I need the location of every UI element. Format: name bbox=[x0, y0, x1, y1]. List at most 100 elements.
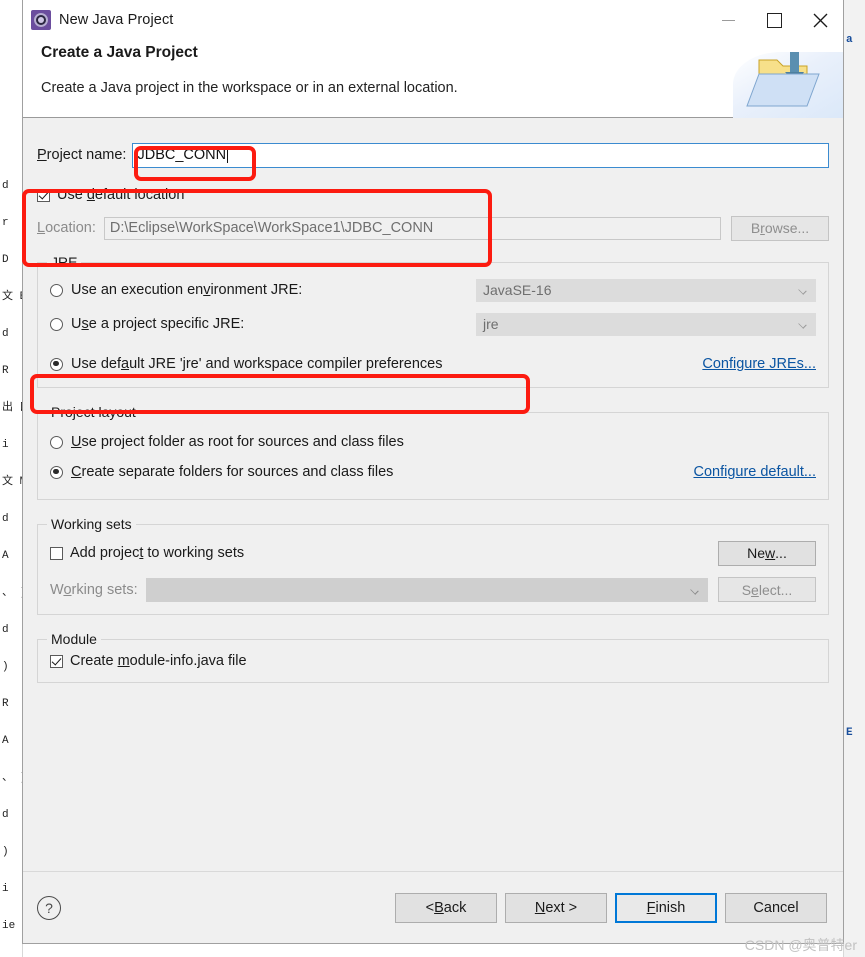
working-sets-label: Working sets: bbox=[50, 582, 138, 598]
jre-option-project-specific[interactable]: Use a project specific JRE: bbox=[50, 311, 476, 337]
page-title: Create a Java Project bbox=[41, 44, 198, 61]
location-label: Location: bbox=[37, 220, 96, 236]
ws-add-pre: Add projec bbox=[70, 545, 140, 561]
new-java-project-dialog: New Java Project Create a Java Project C… bbox=[22, 0, 844, 944]
eclipse-wizard-icon bbox=[31, 10, 51, 30]
project-name-value: JDBC_CONN bbox=[137, 147, 227, 163]
background-code-line: 文 M bbox=[2, 476, 22, 488]
background-code-line: 出 口 bbox=[2, 402, 22, 414]
select-working-set-button[interactable]: Se lect... bbox=[718, 577, 816, 602]
background-code-line: ie bbox=[2, 920, 16, 932]
ws-sel-mnemonic: e bbox=[751, 581, 759, 598]
dialog-title: New Java Project bbox=[59, 12, 174, 28]
execution-environment-value: JavaSE-16 bbox=[483, 282, 552, 298]
ws-new-pre: Ne bbox=[747, 545, 766, 561]
layout-option-separate-folders[interactable]: Create separate folders for sources and … bbox=[50, 457, 816, 487]
page-description: Create a Java project in the workspace o… bbox=[41, 80, 458, 96]
location-value: D:\Eclipse\WorkSpace\WorkSpace1\JDBC_CON… bbox=[109, 220, 434, 236]
lay0-mnemonic: U bbox=[71, 434, 82, 450]
jre-option-execution-environment[interactable]: Use an execution environment JRE: bbox=[50, 277, 476, 303]
project-name-row: Project name: JDBC_CONN bbox=[37, 142, 829, 168]
layout-separate-folders-left: Create separate folders for sources and … bbox=[50, 464, 393, 480]
background-code-line: R bbox=[2, 365, 9, 377]
chevron-down-icon bbox=[799, 321, 807, 327]
lay0-post: se project folder as root for sources an… bbox=[81, 434, 404, 450]
add-to-working-sets-left[interactable]: Add project to working sets bbox=[50, 545, 244, 561]
finish-mnemonic: F bbox=[646, 899, 656, 916]
configure-default-link[interactable]: Configure default... bbox=[693, 464, 816, 480]
background-code-line: i bbox=[2, 883, 9, 895]
back-button[interactable]: < Back bbox=[395, 892, 497, 923]
udl-mnemonic: d bbox=[86, 187, 95, 203]
cancel-button[interactable]: Cancel bbox=[725, 892, 827, 923]
use-default-location-checkbox[interactable] bbox=[37, 188, 50, 202]
project-specific-jre-combo[interactable]: jre bbox=[476, 312, 816, 336]
lay1-mnemonic: C bbox=[71, 464, 82, 480]
background-code-line: A bbox=[2, 735, 9, 747]
working-sets-select-row: Working sets: Se lect... bbox=[50, 577, 816, 602]
layout-project-folder-label: Use project folder as root for sources a… bbox=[71, 434, 404, 450]
text-caret bbox=[227, 147, 229, 163]
screen: drD文 EdR出 口i文 MdA、 )d)RA、 )d)iie aE New … bbox=[0, 0, 865, 957]
finish-button[interactable]: Finish bbox=[615, 892, 717, 923]
project-name-input[interactable]: JDBC_CONN bbox=[132, 142, 829, 168]
jre1-pre: U bbox=[71, 316, 82, 332]
background-code-line: A bbox=[2, 550, 9, 562]
jre-project-specific-radio[interactable] bbox=[50, 317, 63, 331]
jre-options-grid: Use an execution environment JRE: JavaSE… bbox=[50, 277, 816, 377]
add-to-working-sets-checkbox[interactable] bbox=[50, 546, 63, 560]
jre2-mnemonic: a bbox=[120, 356, 130, 372]
mod-mnemonic: m bbox=[117, 653, 130, 669]
configure-jres-link[interactable]: Configure JREs... bbox=[702, 356, 816, 372]
layout-project-folder-radio[interactable] bbox=[50, 435, 63, 449]
layout-separate-folders-radio[interactable] bbox=[50, 465, 63, 479]
browse-button[interactable]: Br owse... bbox=[731, 215, 829, 241]
use-default-location-label: Use default location bbox=[57, 187, 184, 203]
chevron-down-icon bbox=[691, 587, 699, 593]
back-mnemonic: B bbox=[434, 899, 444, 916]
module-group: Module Create module-info.java file bbox=[37, 631, 829, 683]
location-row: Location: D:\Eclipse\WorkSpace\WorkSpace… bbox=[37, 215, 829, 241]
background-code-line: d bbox=[2, 180, 9, 192]
loc-mnemonic: L bbox=[37, 220, 46, 236]
background-code-line: d bbox=[2, 513, 9, 525]
background-code-line: 文 E bbox=[2, 291, 22, 303]
back-pre: < bbox=[425, 899, 435, 916]
next-post: ext > bbox=[545, 899, 578, 916]
background-code-line: ) bbox=[2, 661, 9, 673]
create-module-info-checkbox[interactable] bbox=[50, 654, 63, 668]
udl-pre: Use bbox=[57, 187, 87, 203]
add-to-working-sets-label: Add project to working sets bbox=[70, 545, 244, 561]
create-module-info-row[interactable]: Create module-info.java file bbox=[50, 650, 816, 672]
background-code-line: R bbox=[2, 698, 9, 710]
jre-project-specific-label: Use a project specific JRE: bbox=[71, 316, 244, 332]
layout-option-project-folder[interactable]: Use project folder as root for sources a… bbox=[50, 427, 816, 457]
working-sets-group-title: Working sets bbox=[47, 516, 136, 532]
background-code-line: 、 ) bbox=[2, 587, 22, 599]
mod-post: odule-info.java file bbox=[129, 653, 247, 669]
next-button[interactable]: Next > bbox=[505, 892, 607, 923]
ws-lbl-mnemonic: o bbox=[63, 581, 72, 598]
jre-option-default[interactable]: Use default JRE 'jre' and workspace comp… bbox=[50, 351, 476, 377]
wizard-banner bbox=[733, 34, 843, 124]
ws-new-mnemonic: w bbox=[765, 545, 776, 561]
jre-execution-environment-radio[interactable] bbox=[50, 283, 63, 297]
wizard-body: Project name: JDBC_CONN Use default loca… bbox=[23, 118, 843, 871]
project-layout-group-title: Project layout bbox=[47, 404, 140, 420]
ws-sel-pre: S bbox=[741, 581, 752, 598]
jre1-mnemonic: s bbox=[81, 316, 89, 332]
jre2-pre: Use def bbox=[71, 356, 121, 372]
folder-with-arrow-icon bbox=[746, 52, 820, 107]
working-sets-combo[interactable] bbox=[145, 577, 708, 602]
location-input[interactable]: D:\Eclipse\WorkSpace\WorkSpace1\JDBC_CON… bbox=[103, 216, 721, 240]
ws-lbl-pre: W bbox=[50, 581, 64, 598]
new-working-set-button[interactable]: Ne w... bbox=[718, 540, 816, 566]
jre-default-radio[interactable] bbox=[50, 357, 63, 371]
use-default-location-row[interactable]: Use default location bbox=[37, 184, 829, 206]
jre0-post: ironment JRE: bbox=[210, 282, 303, 298]
configure-jres-cell: Configure JREs... bbox=[476, 355, 816, 373]
dialog-titlebar: New Java Project bbox=[23, 0, 843, 40]
jre-default-label: Use default JRE 'jre' and workspace comp… bbox=[71, 356, 442, 372]
execution-environment-combo[interactable]: JavaSE-16 bbox=[476, 278, 816, 302]
question-mark-icon[interactable]: ? bbox=[37, 895, 61, 920]
